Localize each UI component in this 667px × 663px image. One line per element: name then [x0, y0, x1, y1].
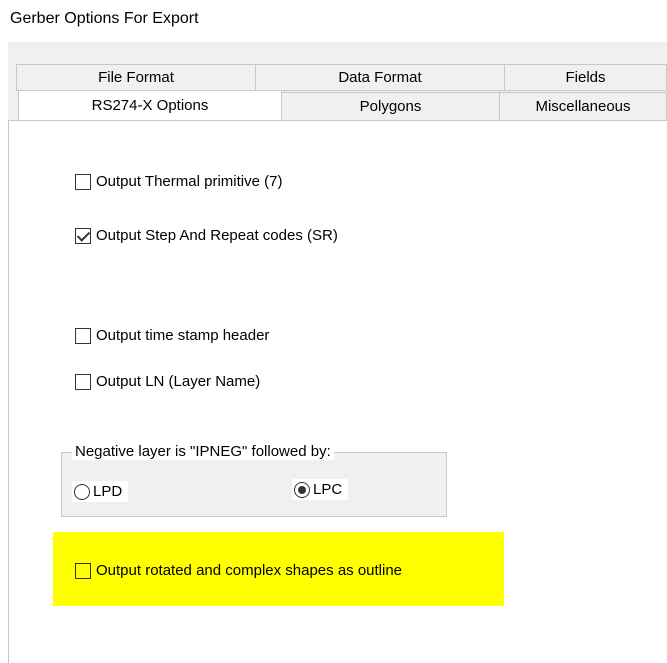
tab-miscellaneous[interactable]: Miscellaneous — [499, 92, 667, 121]
tab-polygons[interactable]: Polygons — [281, 92, 500, 121]
time-stamp-checkbox[interactable] — [75, 327, 91, 344]
radio-lpd-label: LPD — [93, 483, 123, 500]
tab-data-format[interactable]: Data Format — [255, 64, 505, 91]
thermal-label: Output Thermal primitive (7) — [96, 173, 283, 190]
tab-file-format[interactable]: File Format — [16, 64, 256, 91]
time-stamp-checkbox-row[interactable]: Output time stamp header — [75, 327, 269, 344]
time-stamp-label: Output time stamp header — [96, 327, 270, 344]
negative-layer-group: Negative layer is "IPNEG" followed by: L… — [61, 443, 447, 517]
layer-name-label: Output LN (Layer Name) — [96, 373, 261, 390]
radio-lpd[interactable] — [74, 483, 90, 500]
tab-fields[interactable]: Fields — [504, 64, 667, 91]
window-title: Gerber Options For Export — [10, 10, 199, 27]
layer-name-checkbox-row[interactable]: Output LN (Layer Name) — [75, 373, 260, 390]
radio-lpc[interactable] — [294, 481, 310, 498]
rotated-outline-checkbox-row[interactable]: Output rotated and complex shapes as out… — [75, 562, 402, 579]
step-repeat-checkbox[interactable] — [75, 227, 91, 244]
thermal-checkbox-row[interactable]: Output Thermal primitive (7) — [75, 173, 282, 190]
rotated-outline-label: Output rotated and complex shapes as out… — [96, 562, 403, 579]
radio-lpc-label: LPC — [313, 481, 343, 498]
thermal-checkbox[interactable] — [75, 173, 91, 190]
rotated-outline-checkbox[interactable] — [75, 562, 91, 579]
step-repeat-checkbox-row[interactable]: Output Step And Repeat codes (SR) — [75, 227, 338, 244]
radio-lpc-row[interactable]: LPC — [292, 479, 349, 500]
negative-layer-legend: Negative layer is "IPNEG" followed by: — [72, 443, 334, 460]
radio-lpd-row[interactable]: LPD — [72, 481, 129, 502]
tab-rs274x-options[interactable]: RS274-X Options — [18, 90, 282, 120]
step-repeat-label: Output Step And Repeat codes (SR) — [96, 227, 338, 244]
layer-name-checkbox[interactable] — [75, 373, 91, 390]
